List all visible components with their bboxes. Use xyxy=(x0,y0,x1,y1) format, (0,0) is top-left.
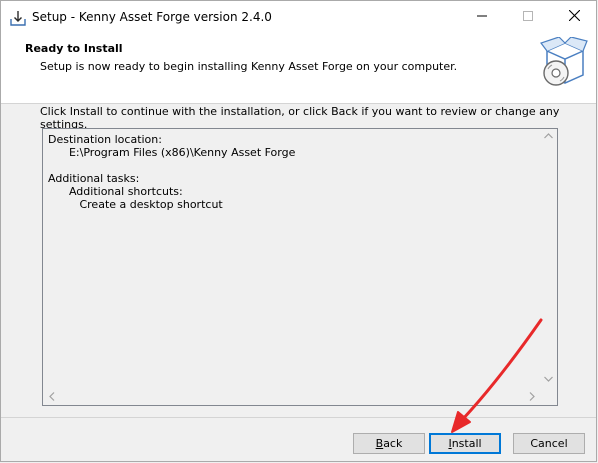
scroll-up-icon[interactable] xyxy=(544,132,553,142)
scroll-right-icon[interactable] xyxy=(529,392,535,404)
install-button[interactable]: Install xyxy=(429,433,501,454)
title-bar[interactable]: Setup - Kenny Asset Forge version 2.4.0 xyxy=(1,1,596,33)
cancel-button[interactable]: Cancel xyxy=(513,433,585,454)
scroll-down-icon[interactable] xyxy=(544,375,553,385)
minimize-icon xyxy=(477,11,487,24)
back-label: ack xyxy=(383,437,403,450)
setup-window: Setup - Kenny Asset Forge version 2.4.0 … xyxy=(0,0,597,462)
window-title: Setup - Kenny Asset Forge version 2.4.0 xyxy=(32,10,272,24)
back-button[interactable]: Back xyxy=(353,433,425,454)
install-label: nstall xyxy=(451,437,482,450)
horizontal-scrollbar[interactable] xyxy=(43,387,540,405)
software-box-cd-icon xyxy=(539,36,589,89)
memo-line: Destination location: xyxy=(48,133,162,146)
footer-divider xyxy=(1,417,596,418)
ready-memo[interactable]: Destination location: E:\Program Files (… xyxy=(42,128,558,406)
page-subtitle: Setup is now ready to begin installing K… xyxy=(40,60,458,73)
setup-download-icon xyxy=(9,9,27,27)
back-mnemonic: B xyxy=(375,437,384,450)
scroll-corner xyxy=(540,387,557,405)
scroll-left-icon[interactable] xyxy=(49,392,55,404)
maximize-button[interactable] xyxy=(505,1,551,33)
wizard-header: Ready to Install Setup is now ready to b… xyxy=(1,33,596,104)
memo-line: E:\Program Files (x86)\Kenny Asset Forge xyxy=(48,146,296,159)
close-icon xyxy=(568,9,580,24)
vertical-scrollbar[interactable] xyxy=(540,129,557,387)
maximize-icon xyxy=(523,10,533,24)
minimize-button[interactable] xyxy=(459,1,505,33)
cancel-label: Cancel xyxy=(530,437,568,450)
memo-line: Additional shortcuts: xyxy=(48,185,183,198)
memo-line: Create a desktop shortcut xyxy=(48,198,223,211)
close-button[interactable] xyxy=(551,1,597,33)
page-title: Ready to Install xyxy=(25,42,123,55)
memo-line: Additional tasks: xyxy=(48,172,140,185)
